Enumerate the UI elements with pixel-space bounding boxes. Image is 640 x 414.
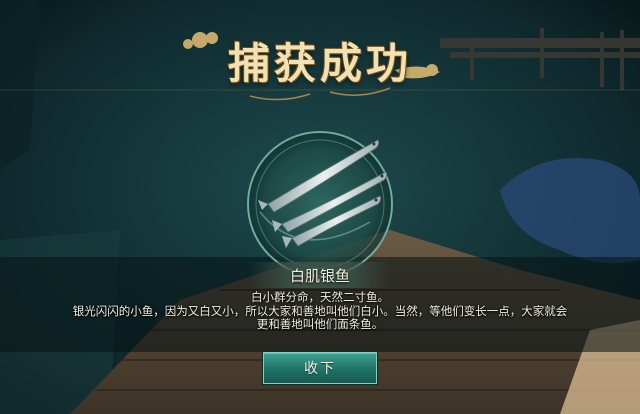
description-line: 银光闪闪的小鱼，因为又白又小，所以大家和善地叫他们白小。当然，等他们变长一点，大…	[72, 303, 568, 318]
fish-name-banner: 白肌银鱼	[250, 262, 390, 288]
description-line: 白小群分命，天然二寸鱼。	[251, 290, 389, 304]
description-line: 更和善地叫他们面条鱼。	[256, 317, 384, 331]
fish-name: 白肌银鱼	[289, 266, 350, 285]
capture-success-title: 捕获成功	[227, 39, 412, 88]
fish-description: 白小群分命，天然二寸鱼。 银光闪闪的小鱼，因为又白又小，所以大家和善地叫他们白小…	[20, 290, 620, 332]
collect-button[interactable]: 收下	[263, 352, 377, 384]
